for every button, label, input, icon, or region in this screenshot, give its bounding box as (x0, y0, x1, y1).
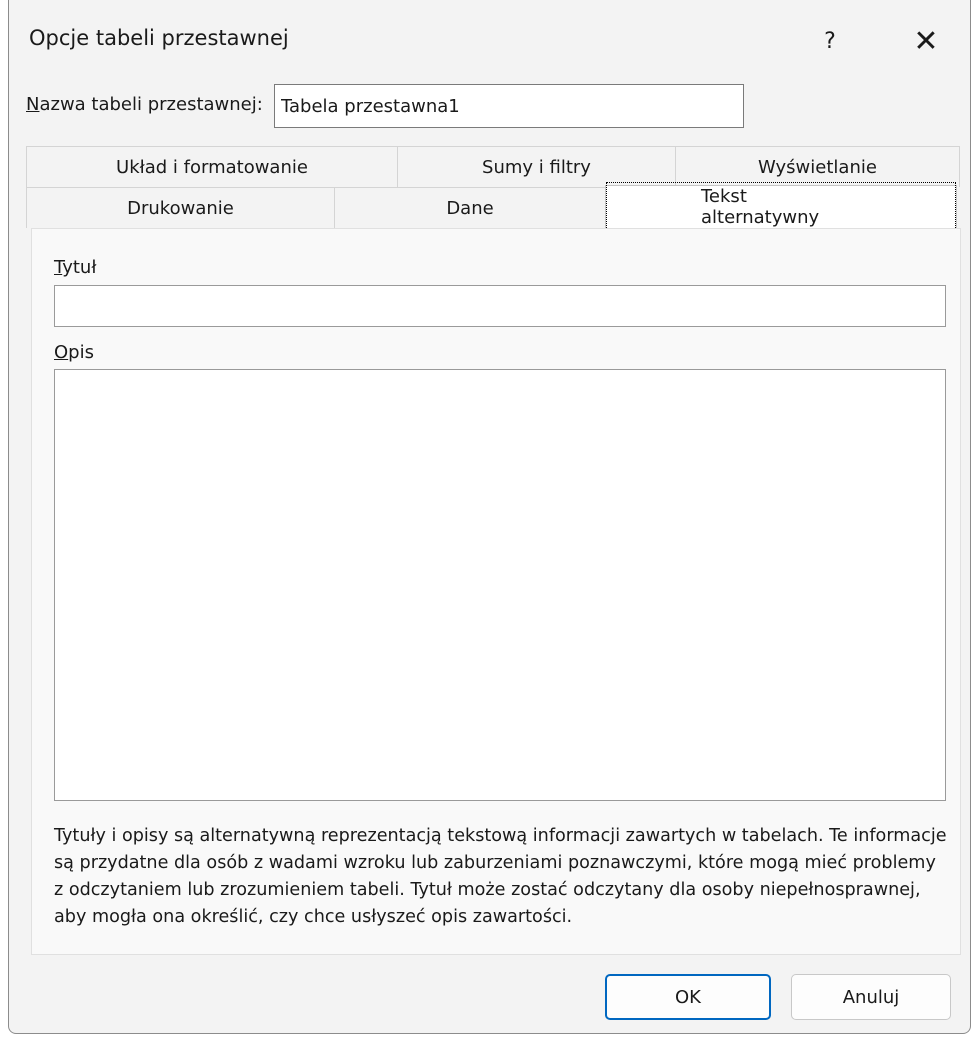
pivot-name-label-text: azwa tabeli przestawnej: (39, 94, 263, 115)
description-textarea[interactable] (54, 369, 946, 801)
tab-row-2: Drukowanie Dane Tekst alternatywny (26, 182, 957, 232)
pivot-name-label: Nazwa tabeli przestawnej: (26, 94, 263, 115)
title-label-accel: T (54, 257, 63, 278)
dialog-title: Opcje tabeli przestawnej (29, 26, 289, 50)
close-icon: ✕ (913, 23, 939, 59)
tab-totals-filters[interactable]: Sumy i filtry (397, 146, 676, 187)
tab-alt-text-label: Tekst alternatywny (606, 182, 956, 232)
description-label: Opis (54, 342, 94, 363)
title-label-text: ytuł (62, 257, 97, 278)
tab-printing[interactable]: Drukowanie (26, 187, 335, 228)
tab-display[interactable]: Wyświetlanie (675, 146, 960, 187)
title-input[interactable] (54, 285, 946, 327)
tab-layout-format[interactable]: Układ i formatowanie (26, 146, 398, 187)
close-button[interactable]: ✕ (901, 16, 951, 66)
description-label-accel: O (54, 342, 69, 363)
help-button[interactable]: ? (805, 16, 855, 66)
alt-text-panel: Tytuł Opis Tytuły i opisy są alternatywn… (31, 228, 961, 955)
pivot-name-input[interactable] (274, 84, 744, 128)
tab-alt-text[interactable]: Tekst alternatywny (605, 182, 957, 232)
tab-data[interactable]: Dane (334, 187, 606, 228)
title-label: Tytuł (54, 257, 96, 278)
cancel-button[interactable]: Anuluj (791, 974, 951, 1020)
pivot-name-label-accel: N (26, 94, 40, 115)
tab-row-1: Układ i formatowanie Sumy i filtry Wyświ… (26, 146, 960, 187)
ok-button[interactable]: OK (605, 974, 771, 1020)
alt-text-info: Tytuły i opisy są alternatywną reprezent… (54, 826, 947, 927)
help-icon: ? (824, 28, 836, 54)
pivot-table-options-dialog: Opcje tabeli przestawnej ? ✕ Nazwa tabel… (8, 0, 971, 1034)
title-bar: Opcje tabeli przestawnej ? ✕ (9, 0, 970, 70)
description-label-text: pis (68, 342, 94, 363)
